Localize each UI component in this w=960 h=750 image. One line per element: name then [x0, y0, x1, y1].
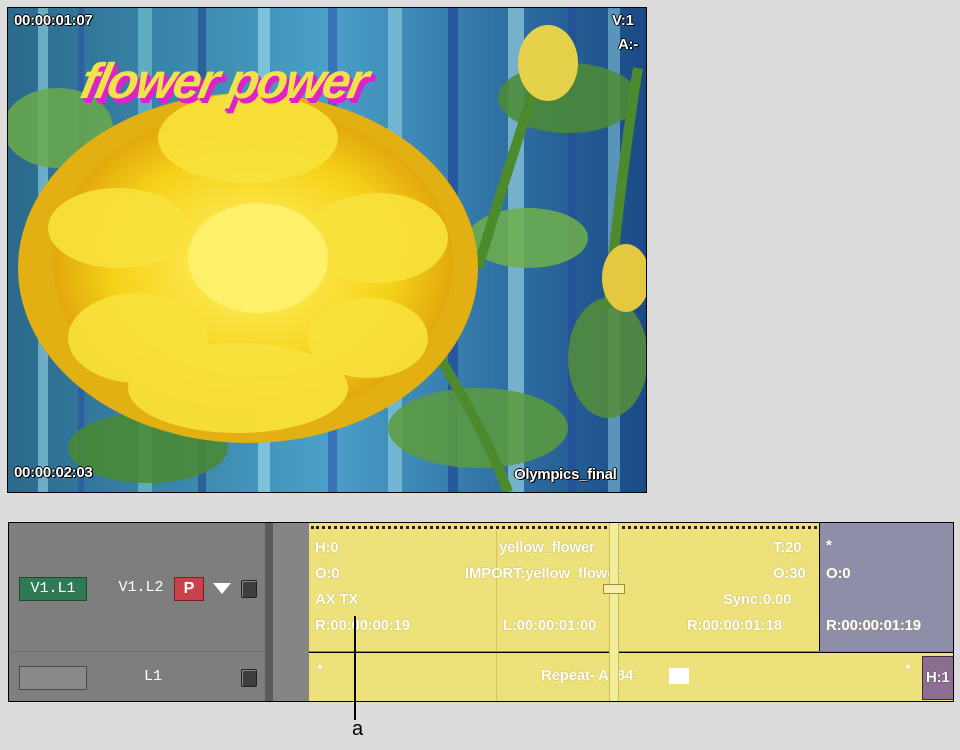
- repeat-marker-right: *: [905, 661, 911, 678]
- timecode-end: 00:00:02:03: [14, 464, 93, 481]
- track-header: V1.L1 V1.L2 P L1: [9, 523, 265, 701]
- clip-next[interactable]: * O:0 R:00:00:01:19: [820, 523, 953, 651]
- clip-record-in: R:00:00:00:19: [315, 617, 410, 634]
- audio-track-indicator: A:-: [618, 36, 638, 53]
- clip-sync: Sync:0.00: [723, 591, 792, 608]
- track-v1l1-button[interactable]: V1.L1: [19, 577, 87, 601]
- clip-import: IMPORT:yellow_flower: [465, 565, 622, 582]
- audio-track-patch[interactable]: [19, 666, 87, 690]
- callout-label: a: [352, 718, 364, 740]
- clip-tail-offset: O:30: [773, 565, 806, 582]
- clip-record-out: R:00:00:01:18: [687, 617, 782, 634]
- clip-head: H:0: [315, 539, 339, 556]
- repeat-label: Repeat- A584: [541, 667, 634, 684]
- clip-repeat[interactable]: * Repeat- A584 *: [309, 652, 953, 701]
- timeline-panel[interactable]: V1.L1 V1.L2 P L1 H:0 O:0 AX TX R:00:00:0…: [8, 522, 954, 702]
- next-clip-offset: O:0: [826, 565, 851, 582]
- clip-selection-border: [311, 526, 817, 529]
- video-track-indicator: V:1: [612, 12, 634, 29]
- next-clip-head-tab[interactable]: H:1: [922, 656, 953, 700]
- next-clip-marker: *: [826, 537, 832, 554]
- timeline-positioner[interactable]: [609, 523, 619, 701]
- track-v1-toggle-button[interactable]: [241, 580, 257, 598]
- player-viewer[interactable]: flower power 00:00:01:07 00:00:02:03 V:1…: [7, 7, 647, 493]
- track-divider: [9, 651, 265, 652]
- positioner-handle[interactable]: [603, 584, 625, 594]
- sequence-name: Olympics_final: [514, 466, 617, 483]
- clip-length: L:00:00:01:00: [503, 617, 597, 634]
- next-clip-record-in: R:00:00:01:19: [826, 617, 921, 634]
- track-v1l2-label[interactable]: V1.L2: [113, 577, 169, 599]
- h-tab-label: H:1: [926, 669, 950, 686]
- clip-divider: [496, 653, 497, 701]
- track-dropdown-icon[interactable]: [213, 583, 231, 594]
- clip-fx: AX TX: [315, 591, 359, 608]
- clip-name: yellow_flower: [499, 539, 595, 556]
- repeat-swatch: [669, 668, 689, 684]
- track-l1-toggle-button[interactable]: [241, 669, 257, 687]
- clip-divider: [496, 531, 497, 651]
- primary-track-button[interactable]: P: [174, 577, 204, 601]
- title-overlay: flower power: [76, 53, 373, 109]
- track-header-scrollbar[interactable]: [265, 523, 273, 701]
- callout-line: [354, 616, 356, 720]
- clip-yellow-flower[interactable]: H:0 O:0 AX TX R:00:00:00:19 yellow_flowe…: [309, 523, 820, 651]
- timecode-current: 00:00:01:07: [14, 12, 93, 29]
- clip-tail: T:20: [773, 539, 802, 556]
- clip-offset: O:0: [315, 565, 340, 582]
- timeline-gap: [273, 523, 309, 701]
- track-l1-label[interactable]: L1: [133, 666, 173, 688]
- repeat-marker-left: *: [317, 661, 323, 678]
